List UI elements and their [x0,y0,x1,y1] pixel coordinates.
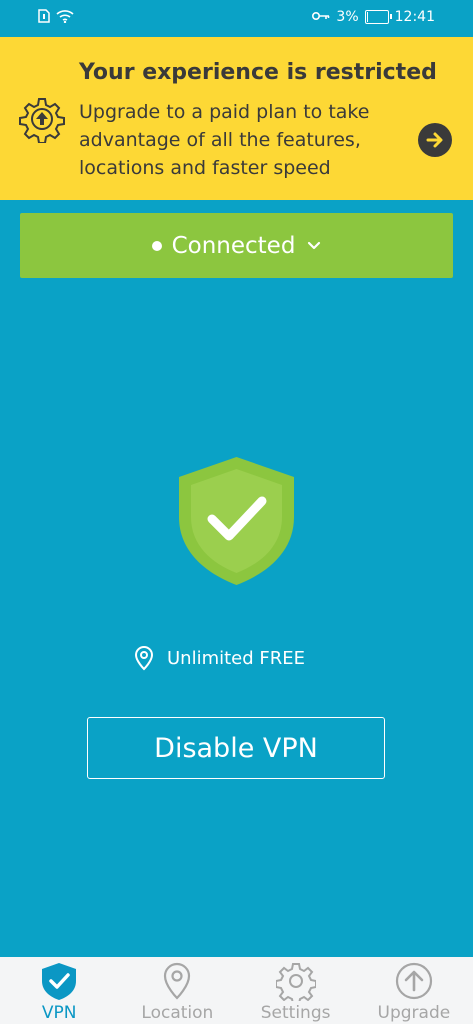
nav-label-vpn: VPN [41,1003,77,1023]
shield-check-icon [179,457,294,585]
nav-item-vpn[interactable]: VPN [0,957,118,1024]
nav-label-settings: Settings [260,1003,331,1023]
banner-title: Your experience is restricted [79,60,437,85]
shield-check-icon [42,963,77,1000]
status-right: 3% 12:41 [312,9,435,25]
nav-item-settings[interactable]: Settings [237,957,355,1024]
location-row: Unlimited FREE [133,645,305,671]
wifi-icon [56,9,74,27]
chevron-down-icon [308,241,321,249]
disable-vpn-button[interactable]: Disable VPN [87,717,385,779]
status-dot [151,240,162,251]
location-pin-icon [134,645,154,671]
sim-icon [38,9,50,27]
status-bar: 3% 12:41 [0,0,473,37]
location-label: Unlimited FREE [167,647,306,669]
location-pin-icon [164,962,191,1000]
battery-percent: 3% [336,9,359,25]
connection-label: Connected [171,232,296,259]
battery-icon [364,10,392,24]
upgrade-arrow-icon [395,962,432,1000]
status-left [38,9,74,27]
clock: 12:41 [394,9,435,25]
arrow-right-icon [426,132,443,148]
upgrade-banner[interactable]: Your experience is restricted Upgrade to… [0,37,473,200]
gear-icon [275,963,316,1001]
connection-status-button[interactable]: Connected [20,213,453,278]
key-icon [312,9,330,25]
gear-upgrade-icon [19,98,65,143]
arrow-right-button[interactable] [418,123,452,157]
nav-label-location: Location [141,1003,214,1023]
banner-message: Upgrade to a paid plan to take advantage… [79,101,370,179]
bottom-nav: VPN Location Settings Upgrade [0,957,473,1024]
nav-label-upgrade: Upgrade [377,1003,451,1023]
nav-item-location[interactable]: Location [118,957,236,1024]
nav-item-upgrade[interactable]: Upgrade [355,957,473,1024]
